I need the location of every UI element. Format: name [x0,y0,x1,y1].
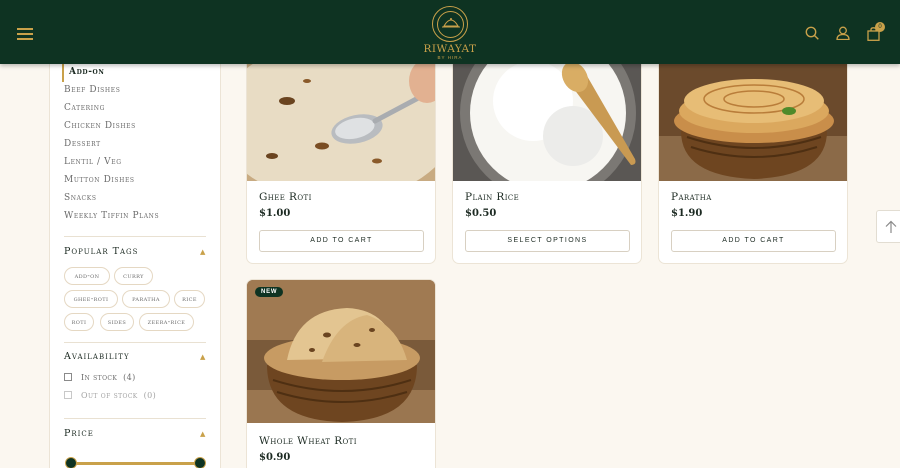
arrow-up-icon [885,220,897,233]
back-to-top-button[interactable] [876,210,900,243]
logo[interactable]: RIWAYAT BY HIRA [414,6,486,62]
checkbox[interactable] [64,373,72,381]
caret-up-icon[interactable]: ▲ [200,430,205,438]
logo-emblem [432,6,468,42]
caret-up-icon[interactable]: ▲ [200,353,205,361]
product-price: $1.90 [671,208,703,219]
tag-zeera-rice[interactable]: zeera-rice [139,313,194,331]
product-card[interactable]: Ghee Roti $1.00 ADD TO CART [246,40,436,264]
product-card[interactable]: Paratha $1.90 ADD TO CART [658,40,848,264]
caret-up-icon[interactable]: ▲ [200,248,205,256]
filter-sidebar: Add-on Beef Dishes Catering Chicken Dish… [49,64,221,468]
search-icon[interactable] [805,26,819,40]
category-weekly-tiffin-plans[interactable]: Weekly Tiffin Plans [64,208,159,226]
availability-title[interactable]: Availability [64,351,130,362]
product-image[interactable] [247,280,436,423]
category-lentil-veg[interactable]: Lentil / Veg [64,154,159,172]
category-dessert[interactable]: Dessert [64,136,159,154]
checkbox [64,391,72,399]
category-snacks[interactable]: Snacks [64,190,159,208]
user-icon[interactable] [836,26,850,40]
divider [64,342,206,343]
popular-tags-title[interactable]: Popular Tags [64,246,138,257]
filter-count: (4) [123,373,136,382]
product-price: $0.90 [259,452,291,463]
category-chicken-dishes[interactable]: Chicken Dishes [64,118,159,136]
product-title[interactable]: Whole Wheat Roti [259,435,357,447]
tag-roti[interactable]: roti [64,313,94,331]
category-add-on[interactable]: Add-on [62,64,159,82]
category-list: Add-on Beef Dishes Catering Chicken Dish… [62,64,159,226]
filter-in-stock[interactable]: In stock (4) [64,373,136,382]
logo-name: RIWAYAT [423,43,477,55]
new-badge: NEW [255,287,284,297]
tag-sides[interactable]: sides [100,313,134,331]
product-title[interactable]: Ghee Roti [259,191,312,203]
product-card[interactable]: NEW Whole Wheat Roti $0.90 [246,279,436,468]
filter-label: Out of stock [81,391,138,400]
tag-rice[interactable]: rice [174,290,205,308]
tag-ghee-roti[interactable]: ghee-roti [64,290,118,308]
tag-curry[interactable]: curry [114,267,153,285]
price-slider-min-handle[interactable] [65,457,77,468]
menu-icon[interactable] [17,28,33,40]
add-to-cart-button[interactable]: ADD TO CART [259,230,424,252]
logo-sub: BY HIRA [437,55,463,60]
site-header: RIWAYAT BY HIRA 0 [0,0,900,64]
tag-paratha[interactable]: paratha [122,290,170,308]
product-title[interactable]: Plain Rice [465,191,519,203]
product-title[interactable]: Paratha [671,191,712,203]
price-slider-max-handle[interactable] [194,457,206,468]
select-options-button[interactable]: SELECT OPTIONS [465,230,630,252]
filter-count: (0) [143,391,157,400]
filter-label: In stock [81,373,118,382]
price-title[interactable]: Price [64,428,94,439]
category-beef-dishes[interactable]: Beef Dishes [64,82,159,100]
divider [64,418,206,419]
filter-out-of-stock: Out of stock (0) [64,391,156,400]
add-to-cart-button[interactable]: ADD TO CART [671,230,836,252]
tag-add-on[interactable]: add-on [64,267,110,285]
category-mutton-dishes[interactable]: Mutton Dishes [64,172,159,190]
product-card[interactable]: Plain Rice $0.50 SELECT OPTIONS [452,40,642,264]
divider [64,236,206,237]
price-slider-track[interactable] [71,462,200,465]
cart-count-badge: 0 [875,22,885,32]
product-price: $0.50 [465,208,497,219]
category-catering[interactable]: Catering [64,100,159,118]
product-price: $1.00 [259,208,291,219]
